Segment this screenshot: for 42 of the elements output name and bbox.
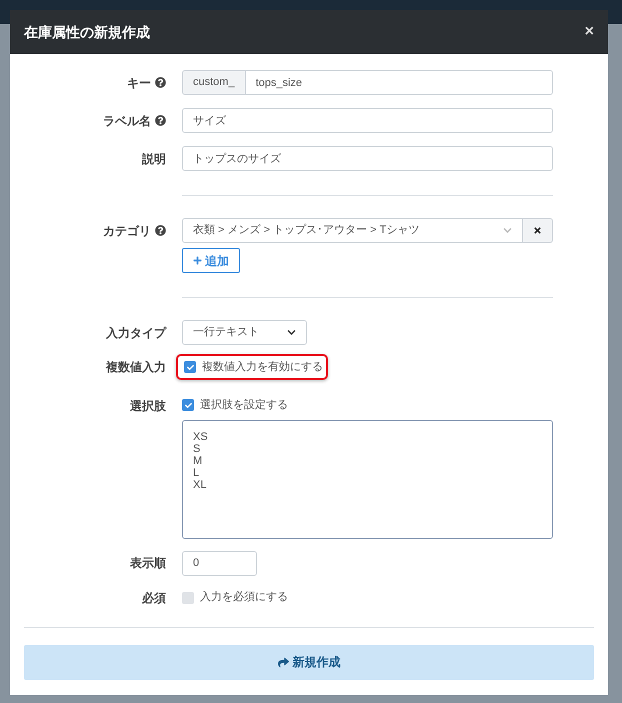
key-field[interactable]: tops_size [246,70,553,95]
checkbox[interactable] [182,592,194,604]
help-icon [155,77,166,88]
field-label: 入力タイプ [106,324,166,342]
chevron-down-icon [287,328,296,337]
field-label: キー [127,74,151,92]
field-label: 説明 [142,150,166,168]
choice-line: XS [193,430,209,442]
chevron-down-icon [503,226,512,235]
label-name-field[interactable]: サイズ [182,108,553,133]
checkbox-label: 入力を必須にする [200,590,288,606]
field-label: ラベル名 [103,112,151,130]
help-icon [155,225,166,236]
description-field[interactable]: トップスのサイズ [182,146,553,171]
field-label: 必須 [142,590,166,606]
key-prefix: custom_ [182,70,246,95]
category-select[interactable]: 衣類 > メンズ > トップス･アウター > Tシャツ [182,218,523,243]
create-button[interactable]: 新規作成 [24,644,594,680]
choice-line: L [193,466,200,478]
checkbox[interactable] [182,399,194,412]
clear-button[interactable] [523,218,553,243]
close-icon [533,226,542,235]
checkbox[interactable] [184,361,196,373]
close-button[interactable]: × [584,24,594,40]
field-label: 複数値入力 [106,359,166,376]
input-type-select[interactable]: 一行テキスト [182,320,307,345]
field-label: 選択肢 [130,398,166,415]
display-order-field[interactable]: 0 [182,550,257,576]
field-label: カテゴリ [103,222,151,240]
choice-line: S [193,442,202,454]
choices-textarea[interactable]: XS S M L XL [182,420,553,538]
checkbox-label: 複数値入力を有効にする [202,360,323,375]
check-icon [186,364,194,370]
check-icon [184,402,192,409]
field-label: 表示順 [130,555,166,572]
plus-icon [193,256,202,265]
dialog-title: 在庫属性の新規作成 [24,22,150,42]
help-icon [155,115,166,126]
checkbox-label: 選択肢を設定する [200,398,288,413]
choice-line: XL [193,478,208,490]
choice-line: M [193,454,204,466]
share-arrow-icon [278,656,288,668]
